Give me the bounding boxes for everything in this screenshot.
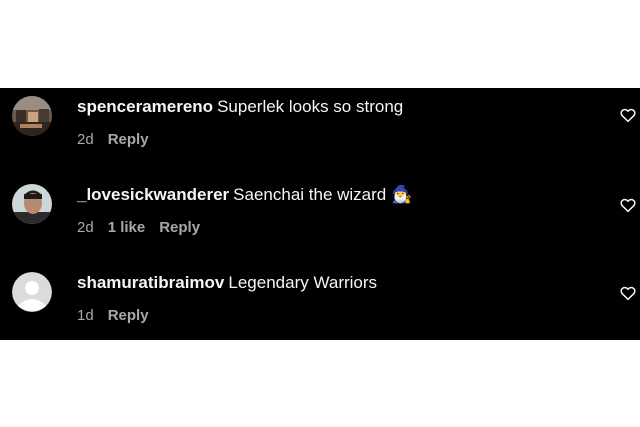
default-avatar[interactable] — [12, 272, 52, 312]
comment-username[interactable]: _lovesickwanderer — [77, 185, 229, 204]
heart-icon[interactable] — [619, 284, 637, 302]
avatar-image — [12, 96, 52, 136]
comment-line: spenceramereno Superlek looks so strong — [77, 97, 403, 117]
heart-icon[interactable] — [619, 196, 637, 214]
comment-text: Legendary Warriors — [228, 273, 378, 292]
comment-time: 1d — [77, 307, 94, 324]
comment-time: 2d — [77, 219, 94, 236]
comment-text: Superlek looks so strong — [217, 97, 404, 116]
comment-meta: 1d Reply — [77, 307, 163, 325]
default-avatar-icon — [12, 272, 52, 312]
comment-line: _lovesickwanderer Saenchai the wizard 🧙‍♂… — [77, 185, 412, 205]
comment-time: 2d — [77, 131, 94, 148]
comments-panel: spenceramereno Superlek looks so strong 2… — [0, 88, 640, 340]
avatar-image — [12, 184, 52, 224]
reply-button[interactable]: Reply — [108, 307, 149, 324]
comment-line: shamuratibraimov Legendary Warriors — [77, 273, 377, 293]
avatar[interactable] — [12, 96, 52, 136]
comment-username[interactable]: shamuratibraimov — [77, 273, 224, 292]
avatar[interactable] — [12, 184, 52, 224]
reply-button[interactable]: Reply — [108, 131, 149, 148]
comment-item: spenceramereno Superlek looks so strong 2… — [0, 88, 640, 172]
comment-meta: 2d 1 like Reply — [77, 219, 214, 237]
heart-icon[interactable] — [619, 106, 637, 124]
reply-button[interactable]: Reply — [159, 219, 200, 236]
comment-username[interactable]: spenceramereno — [77, 97, 213, 116]
comment-text: Saenchai the wizard 🧙‍♂️ — [233, 185, 413, 204]
comment-item: _lovesickwanderer Saenchai the wizard 🧙‍♂… — [0, 176, 640, 260]
likes-count[interactable]: 1 like — [108, 219, 146, 236]
comment-item: shamuratibraimov Legendary Warriors 1d Rep… — [0, 264, 640, 348]
comment-meta: 2d Reply — [77, 131, 163, 149]
